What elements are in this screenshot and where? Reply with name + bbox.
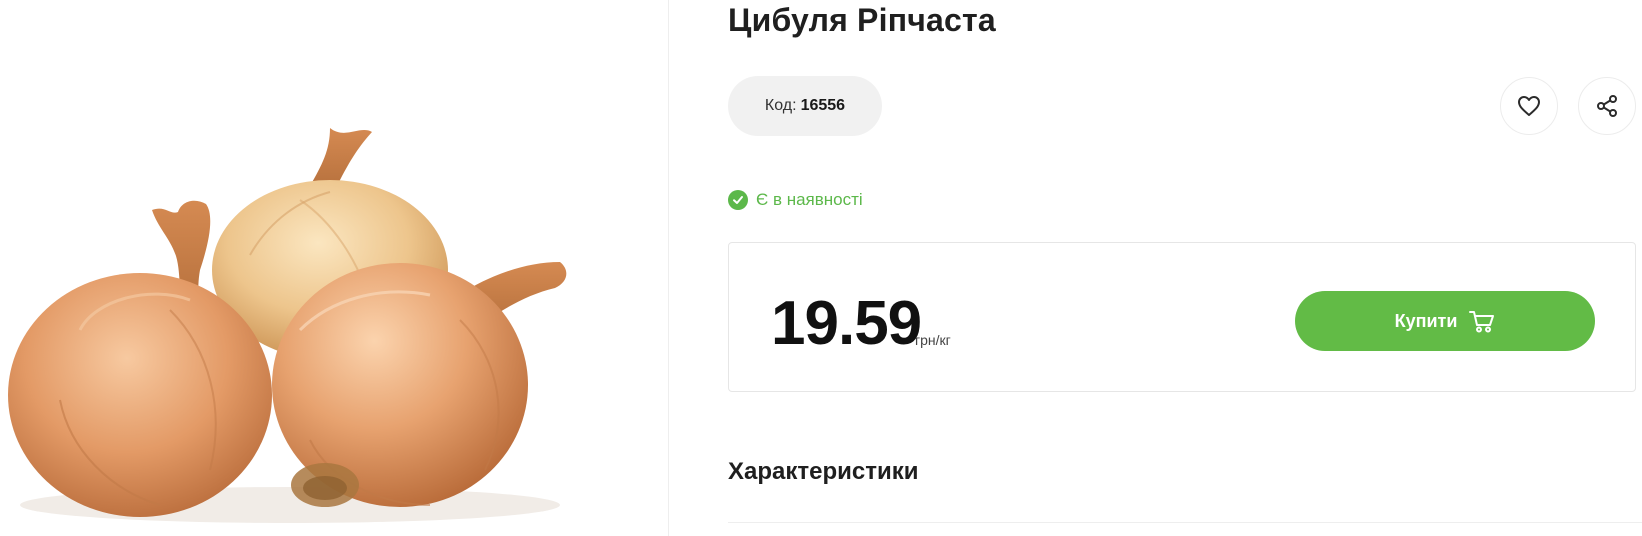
cart-icon	[1469, 311, 1495, 333]
product-code: Код: 16556	[728, 76, 882, 136]
vertical-divider	[668, 0, 669, 536]
heart-icon	[1518, 96, 1540, 116]
code-value: 16556	[800, 97, 846, 114]
price-unit: грн/кг	[915, 332, 951, 348]
favorite-button[interactable]	[1500, 77, 1558, 135]
stock-status: Є в наявності	[728, 190, 863, 210]
buy-button-label: Купити	[1394, 310, 1458, 331]
check-circle-icon	[728, 190, 748, 210]
product-page: Цибуля Ріпчаста Код: 16556 Є в наявності…	[0, 0, 1642, 536]
share-button[interactable]	[1578, 77, 1636, 135]
share-icon	[1597, 95, 1617, 117]
onions-illustration	[8, 128, 567, 523]
product-image	[0, 0, 668, 536]
stock-text: Є в наявності	[756, 190, 863, 209]
characteristics-title: Характеристики	[728, 458, 919, 485]
price-box: 19.59 грн/кг Купити	[728, 242, 1636, 392]
price-value: 19.59	[771, 289, 922, 358]
product-title: Цибуля Ріпчаста	[728, 2, 996, 38]
code-label: Код:	[764, 97, 797, 114]
section-divider	[728, 522, 1642, 523]
buy-button[interactable]: Купити	[1295, 291, 1595, 351]
